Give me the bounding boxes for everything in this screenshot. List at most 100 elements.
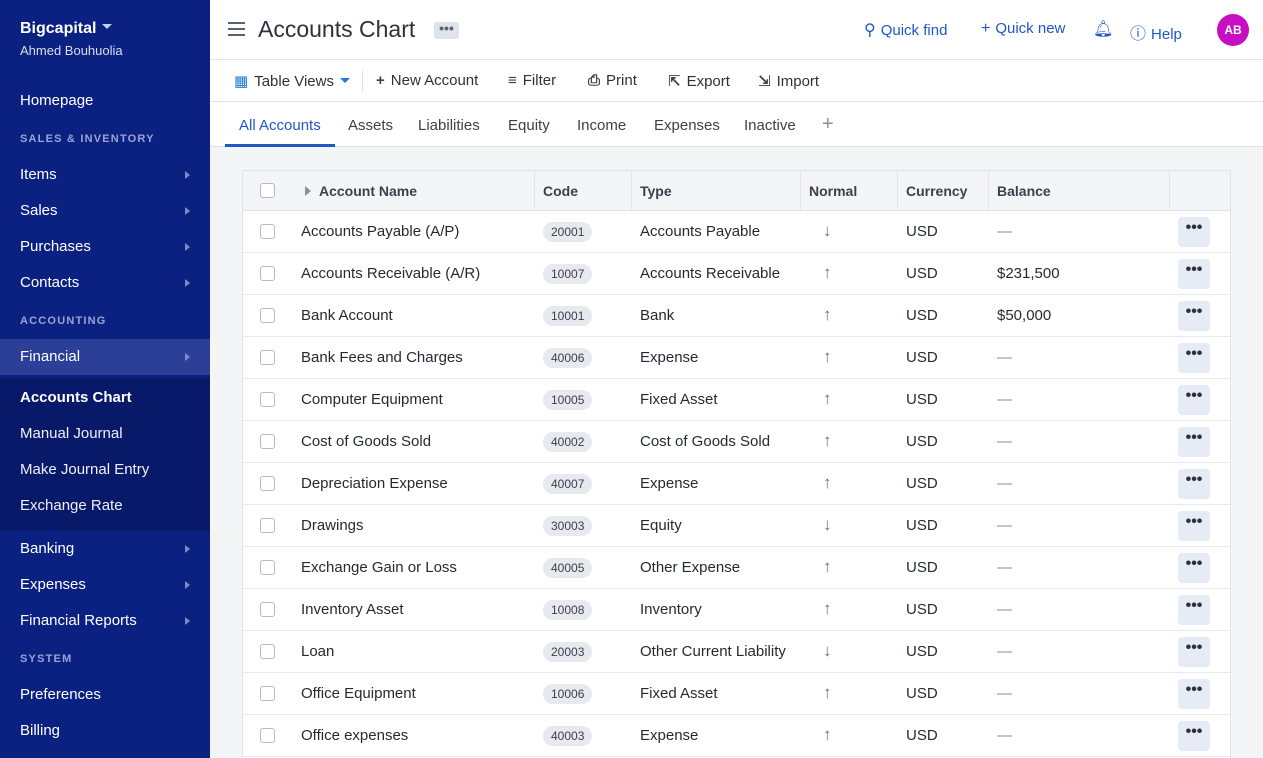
row-checkbox[interactable] — [260, 602, 275, 617]
row-checkbox[interactable] — [260, 644, 275, 659]
sidebar-item-preferences[interactable]: Preferences — [0, 677, 210, 713]
brand-block[interactable]: Bigcapital Ahmed Bouhuolia — [20, 20, 123, 58]
column-header-currency[interactable]: Currency — [906, 171, 967, 211]
account-name[interactable]: Office Equipment — [301, 685, 416, 702]
submenu-item-exchange-rate[interactable]: Exchange Rate — [20, 497, 123, 514]
table-row[interactable]: Exchange Gain or Loss 40005 Other Expense ↑… — [243, 547, 1230, 589]
row-checkbox[interactable] — [260, 434, 275, 449]
column-header-type[interactable]: Type — [640, 171, 672, 211]
row-actions-button[interactable]: ••• — [1178, 553, 1210, 583]
row-actions-button[interactable]: ••• — [1178, 595, 1210, 625]
account-name[interactable]: Inventory Asset — [301, 601, 404, 618]
account-name[interactable]: Depreciation Expense — [301, 475, 448, 492]
row-actions-button[interactable]: ••• — [1178, 469, 1210, 499]
account-name[interactable]: Computer Equipment — [301, 391, 443, 408]
table-row[interactable]: Bank Account 10001 Bank ↑ USD $50,000 ••• — [243, 295, 1230, 337]
avatar[interactable]: AB — [1217, 14, 1249, 46]
tab-expenses[interactable]: Expenses — [654, 117, 720, 134]
submenu-item-make-journal-entry[interactable]: Make Journal Entry — [20, 461, 149, 478]
import-button[interactable]: ⇲ Import — [758, 72, 819, 90]
table-row[interactable]: Accounts Payable (A/P) 20001 Accounts Paya… — [243, 211, 1230, 253]
filter-button[interactable]: ≡ Filter — [508, 72, 556, 89]
row-actions-button[interactable]: ••• — [1178, 721, 1210, 751]
print-button[interactable]: ⎙ Print — [588, 72, 637, 89]
row-actions-button[interactable]: ••• — [1178, 343, 1210, 373]
column-header-code[interactable]: Code — [543, 171, 578, 211]
row-actions-button[interactable]: ••• — [1178, 385, 1210, 415]
select-all-checkbox[interactable] — [260, 183, 275, 198]
table-row[interactable]: Inventory Asset 10008 Inventory ↑ USD — ••• — [243, 589, 1230, 631]
tab-inactive[interactable]: Inactive — [744, 117, 796, 134]
account-name[interactable]: Accounts Payable (A/P) — [301, 223, 459, 240]
row-checkbox[interactable] — [260, 350, 275, 365]
table-row[interactable]: Loan 20003 Other Current Liability ↓ USD — ••• — [243, 631, 1230, 673]
sidebar-item-purchases[interactable]: Purchases — [0, 229, 210, 265]
sidebar-item-expenses[interactable]: Expenses — [0, 567, 210, 603]
tab-equity[interactable]: Equity — [508, 117, 550, 134]
row-checkbox[interactable] — [260, 560, 275, 575]
table-row[interactable]: Accounts Receivable (A/R) 10007 Accounts R… — [243, 253, 1230, 295]
sidebar-item-banking[interactable]: Banking — [0, 531, 210, 567]
sidebar-item-financial[interactable]: Financial — [0, 339, 210, 375]
account-name[interactable]: Exchange Gain or Loss — [301, 559, 457, 576]
row-checkbox[interactable] — [260, 686, 275, 701]
caret-down-icon — [339, 77, 350, 83]
sidebar-item-financial-reports[interactable]: Financial Reports — [0, 603, 210, 639]
account-name[interactable]: Office expenses — [301, 727, 408, 744]
row-actions-button[interactable]: ••• — [1178, 301, 1210, 331]
table-row[interactable]: Office expenses 40003 Expense ↑ USD — ••• — [243, 715, 1230, 757]
row-actions-button[interactable]: ••• — [1178, 637, 1210, 667]
tab-assets[interactable]: Assets — [348, 117, 393, 134]
table-row[interactable]: Bank Fees and Charges 40006 Expense ↑ USD — ••… — [243, 337, 1230, 379]
table-row[interactable]: Office Equipment 10006 Fixed Asset ↑ USD — ••• — [243, 673, 1230, 715]
table-row[interactable]: Depreciation Expense 40007 Expense ↑ USD — ••• — [243, 463, 1230, 505]
row-checkbox[interactable] — [260, 224, 275, 239]
row-checkbox[interactable] — [260, 392, 275, 407]
page-more-button[interactable]: ••• — [434, 21, 459, 39]
new-account-button[interactable]: + New Account — [376, 72, 478, 89]
table-views-button[interactable]: ▦ Table Views — [234, 72, 350, 90]
hamburger-menu-icon[interactable] — [228, 22, 245, 36]
account-name[interactable]: Drawings — [301, 517, 364, 534]
table-row[interactable]: Cost of Goods Sold 40002 Cost of Goods Sol… — [243, 421, 1230, 463]
column-header-normal[interactable]: Normal — [809, 171, 857, 211]
account-code-badge: 20001 — [543, 222, 593, 242]
import-icon: ⇲ — [758, 73, 771, 90]
account-name[interactable]: Bank Account — [301, 307, 393, 324]
sidebar-item-contacts[interactable]: Contacts — [0, 265, 210, 301]
account-name[interactable]: Loan — [301, 643, 334, 660]
table-row[interactable]: Drawings 30003 Equity ↓ USD — ••• — [243, 505, 1230, 547]
row-checkbox[interactable] — [260, 476, 275, 491]
sidebar-item-billing[interactable]: Billing — [0, 713, 210, 749]
column-header-balance[interactable]: Balance — [997, 171, 1051, 211]
help-button[interactable]: ⓘ Help — [1130, 20, 1182, 44]
submenu-item-accounts-chart[interactable]: Accounts Chart — [20, 389, 132, 406]
add-tab-icon[interactable]: + — [822, 113, 834, 136]
row-checkbox[interactable] — [260, 308, 275, 323]
row-actions-button[interactable]: ••• — [1178, 427, 1210, 457]
account-currency: USD — [906, 643, 938, 660]
sidebar-item-items[interactable]: Items — [0, 157, 210, 193]
account-name[interactable]: Cost of Goods Sold — [301, 433, 431, 450]
row-actions-button[interactable]: ••• — [1178, 511, 1210, 541]
tab-all-accounts[interactable]: All Accounts — [239, 117, 321, 134]
account-name[interactable]: Accounts Receivable (A/R) — [301, 265, 480, 282]
quick-find-button[interactable]: ⚲ Quick find — [864, 20, 947, 40]
row-actions-button[interactable]: ••• — [1178, 217, 1210, 247]
tab-liabilities[interactable]: Liabilities — [418, 117, 480, 134]
row-checkbox[interactable] — [260, 518, 275, 533]
sidebar-item-sales[interactable]: Sales — [0, 193, 210, 229]
table-row[interactable]: Computer Equipment 10005 Fixed Asset ↑ USD — •… — [243, 379, 1230, 421]
submenu-item-manual-journal[interactable]: Manual Journal — [20, 425, 123, 442]
account-name[interactable]: Bank Fees and Charges — [301, 349, 463, 366]
tab-income[interactable]: Income — [577, 117, 626, 134]
export-button[interactable]: ⇱ Export — [668, 72, 730, 90]
sidebar-item-homepage[interactable]: Homepage — [0, 83, 210, 119]
quick-new-button[interactable]: + Quick new — [981, 20, 1065, 38]
bell-icon[interactable]: 🔔︎ — [1093, 19, 1113, 39]
row-actions-button[interactable]: ••• — [1178, 259, 1210, 289]
row-actions-button[interactable]: ••• — [1178, 679, 1210, 709]
row-checkbox[interactable] — [260, 728, 275, 743]
column-header-account-name[interactable]: Account Name — [305, 171, 417, 211]
row-checkbox[interactable] — [260, 266, 275, 281]
